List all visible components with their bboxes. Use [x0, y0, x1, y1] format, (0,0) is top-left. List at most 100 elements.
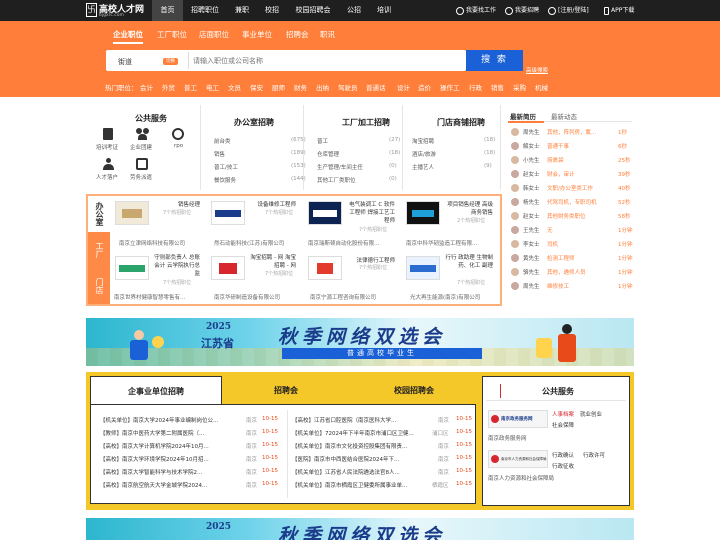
- company-logo[interactable]: [406, 256, 440, 280]
- hot-job[interactable]: 操作工: [440, 82, 460, 92]
- company-name[interactable]: 南京立津网络科技有限公司: [119, 239, 185, 247]
- job-link[interactable]: 【高校】南京航空航天大学金城学院2024...: [100, 481, 207, 489]
- hot-job[interactable]: 出纳: [316, 82, 329, 92]
- hot-job[interactable]: 普通话: [366, 82, 386, 92]
- company-job[interactable]: 电气装调工 C 软件工程师 焊接工艺工程师: [345, 201, 395, 225]
- app-download-link[interactable]: APP下载: [604, 0, 634, 21]
- hot-job[interactable]: 机械: [535, 82, 548, 92]
- hot-job[interactable]: 造价: [418, 82, 431, 92]
- hot-job[interactable]: 会计: [140, 82, 153, 92]
- category-link[interactable]: 淘宝招聘: [412, 137, 434, 145]
- nav-campus[interactable]: 校招: [260, 0, 284, 21]
- category-link[interactable]: 仓库管理: [317, 150, 339, 158]
- nav-home[interactable]: 首页: [152, 0, 183, 21]
- site-logo[interactable]: 卐 高校人才网 bjgxrc.com: [86, 2, 144, 19]
- hot-job[interactable]: 普工: [184, 82, 197, 92]
- company-logo[interactable]: [211, 201, 245, 225]
- category-link[interactable]: 普工/技工: [214, 163, 238, 171]
- find-job-link[interactable]: 我要找工作: [456, 0, 496, 21]
- gov-logo[interactable]: 南京政务服务网: [488, 410, 548, 428]
- nav-campus-fair[interactable]: 校园招聘会: [292, 0, 334, 21]
- company-name[interactable]: 南京华研制造设备有限公司: [214, 293, 280, 301]
- category-link[interactable]: 普工: [317, 137, 328, 145]
- job-link[interactable]: 【医院】南京市中西医结合医院2024年下...: [292, 455, 399, 463]
- tab-institution-jobs[interactable]: 企事业单位招聘: [128, 386, 184, 397]
- hot-job[interactable]: 销售: [491, 82, 504, 92]
- tab-jobfairs[interactable]: 招聘会: [274, 385, 298, 396]
- resume-row[interactable]: 韩女士 文职/办公室类工作 40秒: [511, 183, 631, 195]
- tab-corporate[interactable]: 企业职位: [113, 29, 143, 44]
- service-teambuilding[interactable]: 企业团建: [130, 143, 152, 151]
- promo-banner-2[interactable]: 2025 秋季网络双选会: [86, 518, 634, 540]
- search-input[interactable]: [193, 52, 461, 69]
- recruit-link[interactable]: 我要招聘: [505, 0, 539, 21]
- location-switch-badge[interactable]: 切换: [163, 58, 178, 65]
- gov-link[interactable]: 社会保障: [552, 421, 574, 429]
- company-logo[interactable]: [308, 256, 342, 280]
- company-name[interactable]: 南京中科华韧监造工程有限...: [406, 239, 477, 247]
- category-link[interactable]: 餐饮服务: [214, 176, 236, 184]
- cat-tab-office[interactable]: 办公室: [88, 196, 110, 232]
- tab-latest-resumes[interactable]: 最新简历: [510, 111, 536, 121]
- hot-job[interactable]: 保安: [250, 82, 263, 92]
- tab-jobfair[interactable]: 招聘会: [286, 29, 309, 40]
- company-job[interactable]: 设备维修工程师: [248, 201, 296, 209]
- column-title-factory[interactable]: 工厂加工招聘: [342, 117, 390, 128]
- gov-link[interactable]: 人事档案: [552, 410, 574, 418]
- company-logo[interactable]: [406, 201, 440, 225]
- job-link[interactable]: 【高校】南京大学环境学院2024年10月招...: [100, 455, 209, 463]
- cat-tab-shop[interactable]: 门店: [88, 268, 110, 304]
- company-name[interactable]: 光大再生能源(南京)有限公司: [410, 293, 480, 301]
- hot-job[interactable]: 财务: [294, 82, 307, 92]
- gov-name[interactable]: 南京政务服务网: [488, 434, 527, 442]
- gov-logo[interactable]: 南京市人力资源和社会保障局: [488, 450, 548, 468]
- gov-link[interactable]: 行政征收: [552, 462, 574, 470]
- job-link[interactable]: 【高校】南京大学计算机学院2024年10月...: [100, 442, 209, 450]
- job-link[interactable]: 【高校】江苏省口腔医院（南京医科大学...: [292, 416, 396, 424]
- company-job[interactable]: 法律德行工程师: [345, 256, 395, 264]
- company-logo[interactable]: [211, 256, 245, 280]
- hot-job[interactable]: 行政: [469, 82, 482, 92]
- gov-link[interactable]: 就业创业: [580, 410, 602, 418]
- job-link[interactable]: 【机关单位】南京市栖霞区卫健委所属事业单...: [292, 481, 407, 489]
- category-link[interactable]: 其他工厂类职位: [317, 176, 356, 184]
- company-job[interactable]: 项目销售经理 高级商务销售: [443, 201, 493, 217]
- hot-job[interactable]: 采购: [513, 82, 526, 92]
- category-link[interactable]: 主播艺人: [412, 163, 434, 171]
- job-link[interactable]: 【机关单位】江苏省人民法院遴选法官8人...: [292, 468, 400, 476]
- job-link[interactable]: 【机关单位】南京市文化投资控股集团有限责...: [292, 442, 407, 450]
- service-rpo[interactable]: rpo: [174, 143, 183, 149]
- login-link[interactable]: [注册/登陆]: [548, 0, 589, 21]
- nav-training[interactable]: 培训: [372, 0, 396, 21]
- hot-job[interactable]: 电工: [206, 82, 219, 92]
- company-job[interactable]: 淘宝招聘 - 网 淘宝招聘 - 网: [248, 254, 296, 270]
- gov-link[interactable]: 行政确认: [552, 451, 574, 459]
- cat-tab-factory[interactable]: 工厂: [88, 232, 110, 268]
- service-dispatch[interactable]: 劳务派遣: [130, 173, 152, 181]
- job-link[interactable]: 【教师】南京中医药大学第二附属医院（...: [100, 429, 204, 437]
- company-logo[interactable]: [115, 201, 149, 225]
- tab-factory[interactable]: 工厂职位: [157, 29, 187, 40]
- resume-row[interactable]: 小先生 捞裹袋 25秒: [511, 155, 631, 167]
- nav-jobs[interactable]: 招聘职位: [188, 0, 222, 21]
- category-link[interactable]: 前台类: [214, 137, 231, 145]
- service-training[interactable]: 培训考证: [96, 143, 118, 151]
- resume-row[interactable]: 王先生无 1分钟: [511, 225, 633, 237]
- category-link[interactable]: 销售: [214, 150, 225, 158]
- company-name[interactable]: 南京宁源工程咨询有限公司: [310, 293, 376, 301]
- hot-job[interactable]: 厨师: [272, 82, 285, 92]
- category-link[interactable]: 生产管理/车间主任: [317, 163, 363, 171]
- column-title-shop[interactable]: 门店商铺招聘: [437, 117, 485, 128]
- resume-row[interactable]: 黄先生 检测工程师 1分钟: [511, 253, 633, 265]
- resume-row[interactable]: 骆先生 其他，遴师人员 1分钟: [511, 267, 633, 279]
- company-name[interactable]: 南京瑞斯顿自动化股份有限...: [308, 239, 379, 247]
- company-job[interactable]: 销售经理: [152, 201, 200, 209]
- job-link[interactable]: 【机关单位】72024年下半年南京市浦口区卫健...: [292, 429, 414, 437]
- category-link[interactable]: 酒店/旅游: [412, 150, 436, 158]
- service-settlement[interactable]: 人才落户: [96, 173, 118, 181]
- resume-row[interactable]: 周先生 其他，阵列房，氟... 1秒: [511, 127, 631, 139]
- gov-link[interactable]: 行政许可: [583, 451, 605, 459]
- company-job[interactable]: 行行 政助理 生物制药、化工 副理: [443, 254, 494, 270]
- resume-row[interactable]: 杨先生 代驾司机，专职司机 52秒: [511, 197, 631, 209]
- column-title-office[interactable]: 办公室招聘: [234, 117, 274, 128]
